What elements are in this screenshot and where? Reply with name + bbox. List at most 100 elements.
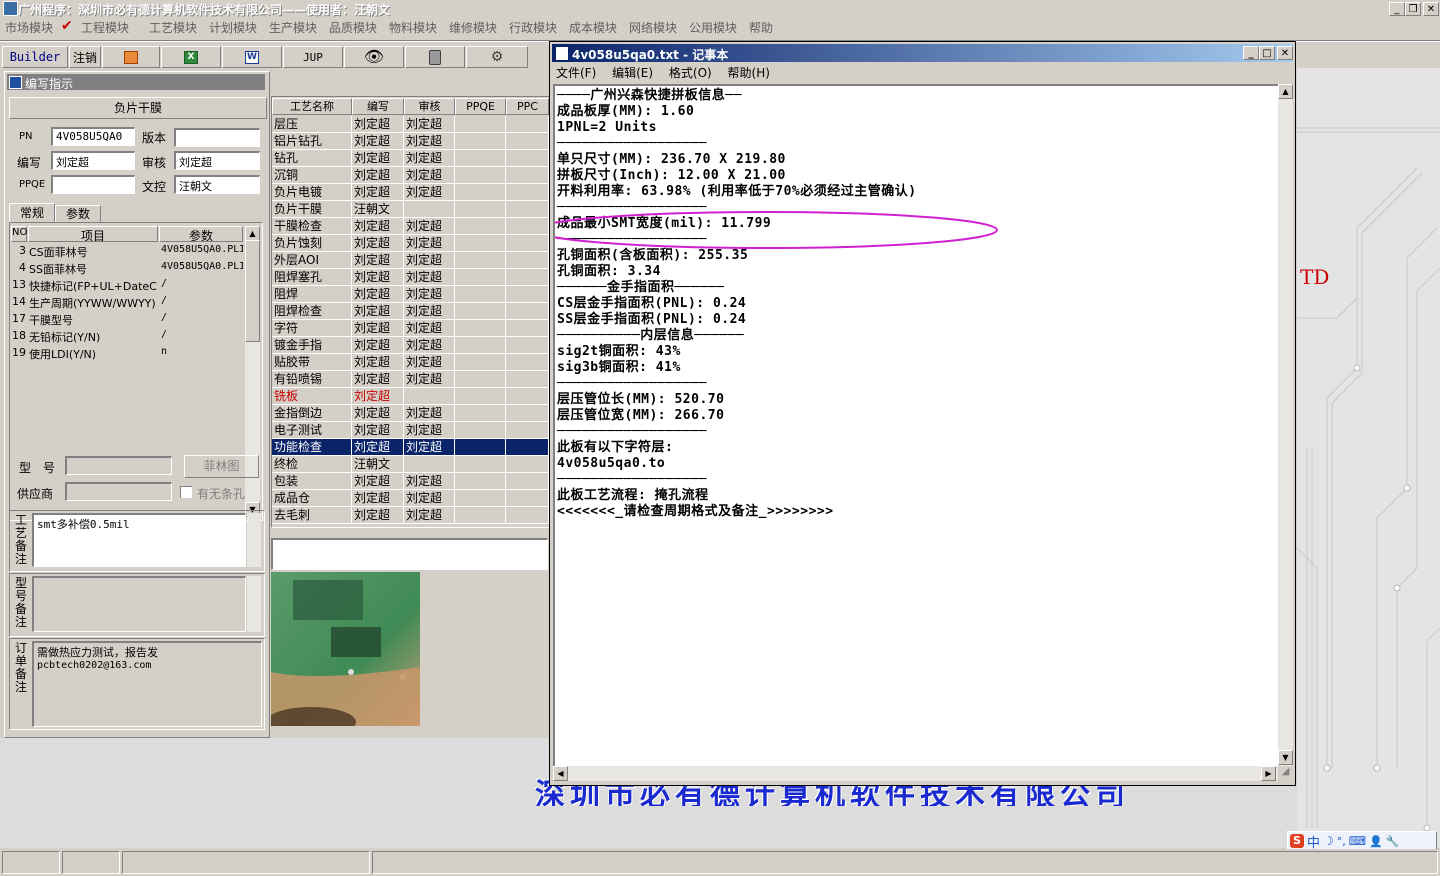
process-row[interactable]: 铣板 刘定超	[272, 388, 549, 405]
process-header-2[interactable]: 审核	[404, 98, 455, 115]
grid-row[interactable]: 4 SS面菲林号 4V058U5QA0.PLI	[11, 260, 243, 277]
process-row[interactable]: 去毛刺 刘定超 刘定超	[272, 507, 549, 524]
scroll-up-icon[interactable]: ▲	[1278, 84, 1293, 99]
process-row[interactable]: 有铅喷锡 刘定超 刘定超	[272, 371, 549, 388]
menu-quality[interactable]: 品质模块	[329, 19, 377, 36]
menu-material[interactable]: 物料模块	[389, 19, 437, 36]
scroll-down-icon[interactable]: ▼	[1278, 750, 1293, 765]
menu-help[interactable]: 帮助	[749, 19, 773, 36]
process-row[interactable]: 阻焊 刘定超 刘定超	[272, 286, 549, 303]
grid-row[interactable]: 13 快捷标记(FP+UL+DateC /	[11, 277, 243, 294]
menu-admin[interactable]: 行政模块	[509, 19, 557, 36]
wrench-icon[interactable]: 🔧	[1386, 835, 1400, 848]
chinese-mode-icon[interactable]: 中	[1307, 832, 1320, 851]
no-hole-checkbox[interactable]	[180, 486, 192, 498]
close-button[interactable]: ✕	[1423, 2, 1439, 16]
keyboard-icon[interactable]: ⌨	[1349, 834, 1366, 848]
process-row[interactable]: 负片蚀刻 刘定超 刘定超	[272, 235, 549, 252]
sogou-icon[interactable]: S	[1290, 834, 1304, 848]
menu-market[interactable]: 市场模块	[5, 19, 53, 36]
film-image-button[interactable]: 菲林图	[184, 455, 259, 478]
scroll-up-icon[interactable]: ▲	[245, 226, 260, 241]
process-row[interactable]: 负片干膜 汪朝文	[272, 201, 549, 218]
powerpoint-button[interactable]	[102, 46, 160, 68]
process-row[interactable]: 沉铜 刘定超 刘定超	[272, 167, 549, 184]
builder-button[interactable]: Builder	[2, 46, 68, 68]
jup-button[interactable]: JUP	[283, 46, 343, 68]
order-note-field[interactable]: 需做热应力测试，报告发 pcbtech0202@163.com	[32, 641, 262, 727]
grid-row[interactable]: 14 生产周期(YYWW/WWYY) /	[11, 294, 243, 311]
grid-row[interactable]: 19 使用LDI(Y/N) n	[11, 345, 243, 362]
process-row[interactable]: 金指倒边 刘定超 刘定超	[272, 405, 549, 422]
view-button[interactable]: 👁	[344, 46, 404, 68]
menu-process[interactable]: 工艺模块	[149, 19, 197, 36]
punctuation-icon[interactable]: °,	[1337, 835, 1346, 848]
process-row[interactable]: 负片电镀 刘定超 刘定超	[272, 184, 549, 201]
pn-field[interactable]: 4V058U5QA0	[51, 127, 135, 146]
process-row[interactable]: 包装 刘定超 刘定超	[272, 473, 549, 490]
process-row[interactable]: 铝片钻孔 刘定超 刘定超	[272, 133, 549, 150]
menu-engineering[interactable]: 工程模块	[81, 19, 129, 36]
excel-button[interactable]: X	[161, 46, 221, 68]
process-row[interactable]: 贴胶带 刘定超 刘定超	[272, 354, 549, 371]
scroll-thumb[interactable]	[245, 240, 260, 342]
scroll-right-icon[interactable]: ▶	[1261, 766, 1276, 781]
notepad-menu-format[interactable]: 格式(O)	[669, 66, 712, 80]
process-row[interactable]: 阻焊塞孔 刘定超 刘定超	[272, 269, 549, 286]
moon-icon[interactable]: ☽	[1323, 834, 1334, 848]
database-button[interactable]	[405, 46, 465, 68]
logout-button[interactable]: 注销	[69, 46, 101, 68]
process-row[interactable]: 电子测试 刘定超 刘定超	[272, 422, 549, 439]
process-input[interactable]	[271, 538, 548, 570]
tab-params[interactable]: 参数	[55, 205, 101, 223]
ppqe-field[interactable]	[51, 175, 135, 194]
menu-cost[interactable]: 成本模块	[569, 19, 617, 36]
grid-row[interactable]: 18 无铅标记(Y/N) /	[11, 328, 243, 345]
process-header-3[interactable]: PPQE	[455, 98, 506, 115]
process-header-1[interactable]: 编写	[352, 98, 404, 115]
grid-row[interactable]: 3 CS面菲林号 4V058U5QA0.PLI	[11, 243, 243, 260]
process-row[interactable]: 阻焊检查 刘定超 刘定超	[272, 303, 549, 320]
settings-button[interactable]: ⚙	[466, 46, 528, 68]
restore-button[interactable]: ❐	[1405, 2, 1421, 16]
version-field[interactable]	[174, 128, 260, 147]
model-note-field[interactable]	[32, 576, 246, 632]
process-row[interactable]: 镀金手指 刘定超 刘定超	[272, 337, 549, 354]
resize-grip-icon[interactable]: ◢	[1278, 766, 1293, 781]
process-row[interactable]: 功能检查 刘定超 刘定超	[272, 439, 549, 456]
notepad-close-button[interactable]: ✕	[1277, 46, 1293, 60]
process-row[interactable]: 成品仓 刘定超 刘定超	[272, 490, 549, 507]
review-field[interactable]: 刘定超	[174, 151, 260, 170]
notepad-menu-file[interactable]: 文件(F)	[556, 66, 596, 80]
notepad-vscroll[interactable]: ▲ ▼	[1278, 84, 1293, 766]
word-button[interactable]: W	[222, 46, 282, 68]
doc-field[interactable]: 汪朝文	[174, 175, 260, 194]
user-icon[interactable]: 👤	[1369, 835, 1383, 848]
process-header-4[interactable]: PPC	[506, 98, 549, 115]
process-note-scrollbar[interactable]	[247, 513, 261, 567]
process-row[interactable]: 干膜检查 刘定超 刘定超	[272, 218, 549, 235]
notepad-maximize-button[interactable]: □	[1259, 46, 1275, 60]
notepad-menu-edit[interactable]: 编辑(E)	[612, 66, 653, 80]
process-row[interactable]: 终检 汪朝文	[272, 456, 549, 473]
supplier-field[interactable]	[65, 482, 172, 501]
notepad-menu-help[interactable]: 帮助(H)	[728, 66, 770, 80]
process-row[interactable]: 层压 刘定超 刘定超	[272, 116, 549, 133]
writer-field[interactable]: 刘定超	[51, 151, 135, 170]
minimize-button[interactable]: _	[1389, 2, 1405, 16]
notepad-minimize-button[interactable]: _	[1243, 46, 1259, 60]
menu-network[interactable]: 网络模块	[629, 19, 677, 36]
menu-plan[interactable]: 计划模块	[209, 19, 257, 36]
process-row[interactable]: 字符 刘定超 刘定超	[272, 320, 549, 337]
tab-general[interactable]: 常规	[9, 203, 55, 222]
scroll-left-icon[interactable]: ◀	[553, 766, 568, 781]
process-row[interactable]: 钻孔 刘定超 刘定超	[272, 150, 549, 167]
process-row[interactable]: 外层AOI 刘定超 刘定超	[272, 252, 549, 269]
menu-maintenance[interactable]: 维修模块	[449, 19, 497, 36]
process-note-field[interactable]: smt多补偿0.5mil	[32, 513, 246, 567]
process-header-0[interactable]: 工艺名称	[272, 98, 352, 115]
notepad-hscroll[interactable]: ◀ ▶	[553, 766, 1278, 781]
model-note-scrollbar[interactable]	[247, 576, 261, 632]
model-field[interactable]	[65, 456, 172, 475]
notepad-text-area[interactable]: ────广州兴森快捷拼板信息── 成品板厚(MM): 1.60 1PNL=2 Uni…	[553, 84, 1278, 766]
